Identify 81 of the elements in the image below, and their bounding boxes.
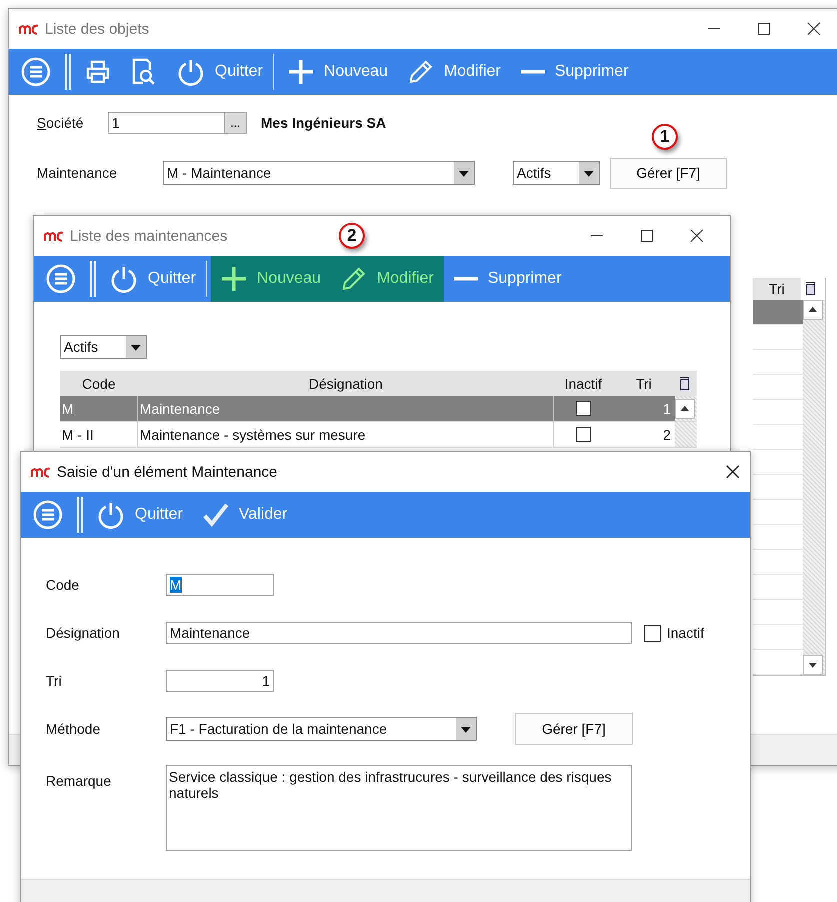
menu-icon [21,57,51,87]
delete-button[interactable]: Supprimer [444,256,572,302]
window-title: Liste des objets [45,20,150,38]
check-icon [203,503,230,527]
sort-order-field[interactable]: 1 [166,670,274,692]
manage-button[interactable]: Gérer [F7] [515,713,633,745]
field-label: Maintenance [37,165,118,181]
column-chooser-icon[interactable] [805,282,817,296]
checkbox[interactable] [576,427,591,442]
column-header[interactable]: Code [60,376,138,392]
window-title: Saisie d'un élément Maintenance [57,464,278,480]
app-logo-icon [44,230,64,242]
code-field[interactable]: M [166,574,274,596]
table-cell: M [60,396,138,421]
quit-button[interactable]: Quitter [167,49,274,95]
power-icon [97,501,125,529]
filter-dropdown[interactable]: Actifs [513,161,600,185]
field-label: Code [46,576,80,595]
close-icon[interactable] [726,465,740,479]
table-cell: M - II [60,422,138,447]
scroll-up-icon[interactable] [803,300,823,320]
table-cell-text: 1 [662,400,672,416]
column-chooser-icon[interactable] [679,376,691,390]
close-icon[interactable] [690,229,704,243]
browse-button[interactable]: ... [225,112,247,134]
table-cell: Maintenance [138,396,554,421]
pencil-icon [408,59,434,85]
new-button[interactable]: Nouveau [211,256,332,302]
minus-icon [454,276,478,282]
company-name: Mes Ingénieurs SA [261,115,386,131]
field-label: Méthode [46,720,102,739]
quit-button[interactable]: Quitter [87,492,194,538]
maintenance-dropdown[interactable]: M - Maintenance [163,161,475,185]
power-icon [177,58,205,86]
scroll-down-icon[interactable] [803,655,823,675]
table-row[interactable]: M - II Maintenance - systèmes sur mesure 2 [60,422,697,448]
field-label: Désignation [46,624,121,643]
pencil-icon [341,266,368,292]
delete-button[interactable]: Supprimer [510,49,639,95]
plus-icon [288,59,314,85]
scrollbar[interactable] [675,422,697,447]
app-logo-icon [31,466,51,478]
scrollbar[interactable] [803,300,825,675]
field-label: Société [37,115,85,131]
remark-field[interactable]: Service classique : gestion des infrastrucures - surveillance des risques naturels [166,765,632,851]
minus-icon [520,69,545,75]
toolbar-grip [77,497,83,533]
checkbox-label: Inactif [667,625,704,641]
manage-button[interactable]: Gérer [F7] [610,158,727,188]
edit-button[interactable]: Modifier [398,49,511,95]
filter-dropdown[interactable]: Actifs [60,335,147,359]
checkbox[interactable] [576,401,591,416]
document-search-icon [131,58,157,86]
toolbar-grip [65,54,71,90]
column-header[interactable]: Tri [753,278,801,300]
maximize-icon[interactable] [640,229,654,243]
maximize-icon[interactable] [757,22,771,36]
app-logo-icon [19,23,39,35]
column-header[interactable]: Tri [613,376,675,392]
window-title: Liste des maintenances [70,228,228,244]
table-cell: Maintenance - systèmes sur mesure [138,422,554,447]
quit-button[interactable]: Quitter [100,256,206,302]
field-label: Remarque [46,772,112,791]
company-field[interactable]: 1 [108,112,225,134]
validate-button[interactable]: Valider [193,492,298,538]
menu-icon [33,500,63,530]
printer-icon [85,59,111,85]
method-dropdown[interactable]: F1 - Facturation de la maintenance [166,717,477,741]
menu-icon [46,264,76,294]
new-button[interactable]: Nouveau [278,49,398,95]
designation-field[interactable]: Maintenance [166,622,632,644]
plus-icon [221,266,248,292]
close-icon[interactable] [807,22,821,36]
edit-button[interactable]: Modifier [331,256,444,302]
toolbar-grip [90,261,96,297]
column-header[interactable]: Désignation [138,376,554,392]
field-label: Tri [46,672,63,691]
table-row[interactable]: M Maintenance 1 [60,396,697,422]
power-icon [110,265,138,293]
table-cell-text: 2 [662,426,672,442]
column-header[interactable]: Inactif [554,376,613,392]
